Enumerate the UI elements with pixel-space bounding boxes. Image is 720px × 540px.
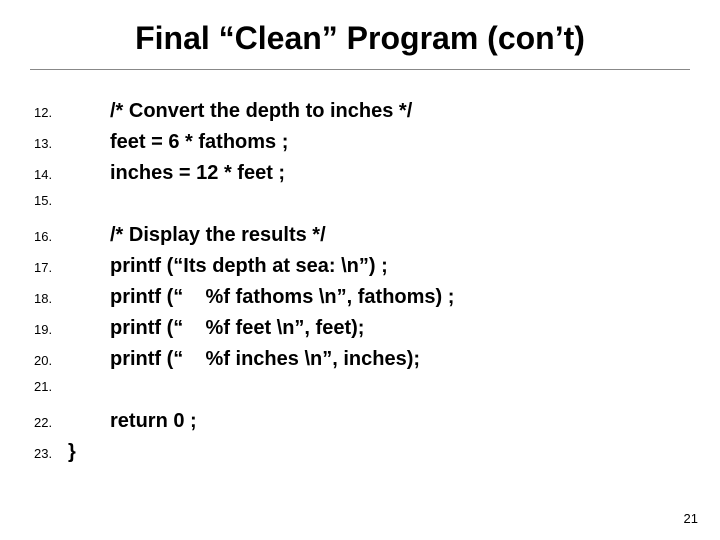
code-text: printf (“ %f inches \n”, inches); (68, 348, 420, 371)
line-number: 12. (34, 105, 68, 120)
line-number: 16. (34, 229, 68, 244)
code-block: 12. /* Convert the depth to inches */ 13… (0, 100, 720, 467)
line-number: 15. (34, 193, 68, 208)
code-line: 22. return 0 ; (34, 410, 720, 436)
code-text: inches = 12 * feet ; (68, 162, 285, 185)
code-text: printf (“Its depth at sea: \n”) ; (68, 255, 388, 278)
code-line: 12. /* Convert the depth to inches */ (34, 100, 720, 126)
code-line: 20. printf (“ %f inches \n”, inches); (34, 348, 720, 374)
line-number: 19. (34, 322, 68, 337)
slide-title: Final “Clean” Program (con’t) (30, 0, 690, 70)
code-text: printf (“ %f feet \n”, feet); (68, 317, 364, 340)
line-number: 20. (34, 353, 68, 368)
line-number: 14. (34, 167, 68, 182)
code-line: 19. printf (“ %f feet \n”, feet); (34, 317, 720, 343)
line-number: 23. (34, 446, 68, 461)
code-line: 18. printf (“ %f fathoms \n”, fathoms) ; (34, 286, 720, 312)
line-number: 18. (34, 291, 68, 306)
code-line: 14. inches = 12 * feet ; (34, 162, 720, 188)
code-text: printf (“ %f fathoms \n”, fathoms) ; (68, 286, 454, 309)
code-line: 15. (34, 193, 720, 219)
code-text: /* Display the results */ (68, 224, 326, 247)
code-line: 17. printf (“Its depth at sea: \n”) ; (34, 255, 720, 281)
code-line: 16. /* Display the results */ (34, 224, 720, 250)
code-text: return 0 ; (68, 410, 197, 433)
line-number: 13. (34, 136, 68, 151)
code-text: /* Convert the depth to inches */ (68, 100, 412, 123)
code-text: } (68, 441, 76, 464)
line-number: 22. (34, 415, 68, 430)
slide-number: 21 (684, 511, 698, 526)
code-text: feet = 6 * fathoms ; (68, 131, 288, 154)
code-line: 21. (34, 379, 720, 405)
code-line: 23. } (34, 441, 720, 467)
line-number: 17. (34, 260, 68, 275)
line-number: 21. (34, 379, 68, 394)
code-line: 13. feet = 6 * fathoms ; (34, 131, 720, 157)
